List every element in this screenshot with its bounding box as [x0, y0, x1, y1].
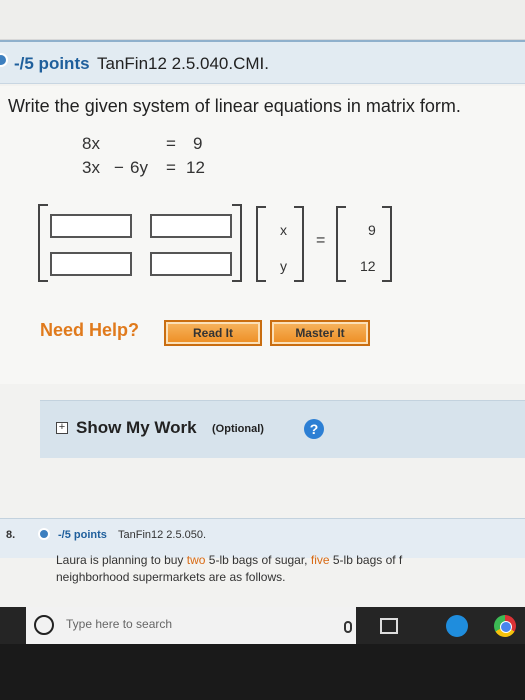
help-question-icon[interactable]: ?: [304, 419, 324, 439]
next-question-number: 8.: [6, 529, 16, 541]
eq1-equals: =: [166, 134, 176, 153]
coef-bracket-left: [38, 204, 48, 282]
show-my-work-panel[interactable]: + Show My Work (Optional) ?: [40, 400, 525, 458]
cortana-icon[interactable]: [34, 615, 54, 635]
const-9: 9: [368, 222, 376, 238]
question-header: -/5 points TanFin12 2.5.040.CMI.: [0, 40, 525, 84]
help-row: Need Help? Read It Master It: [0, 314, 525, 354]
var-y: y: [280, 258, 287, 274]
text-segment: Laura is planning to buy: [56, 553, 187, 567]
text-segment: 5-lb bags of sugar,: [205, 553, 311, 567]
task-view-icon[interactable]: [380, 618, 398, 634]
read-it-button[interactable]: Read It: [164, 320, 262, 346]
next-question-line-1: Laura is planning to buy two 5-lb bags o…: [56, 552, 402, 569]
text-segment: 5-lb bags of f: [329, 553, 403, 567]
const-bracket-right: [382, 206, 392, 282]
optional-label: (Optional): [212, 423, 264, 435]
coef-bracket-right: [232, 204, 242, 282]
edge-browser-icon[interactable]: [446, 615, 468, 637]
const-bracket-left: [336, 206, 346, 282]
expand-icon[interactable]: +: [56, 422, 68, 434]
eq2-operator: −: [114, 158, 124, 177]
taskbar-search[interactable]: Type here to search: [26, 607, 356, 644]
question-prompt: Write the given system of linear equatio…: [8, 96, 461, 116]
next-question-code: TanFin12 2.5.050.: [118, 529, 207, 541]
highlight-five: five: [310, 553, 330, 567]
next-question-status-icon: [38, 528, 50, 540]
taskbar: Type here to search: [0, 607, 525, 644]
master-it-button[interactable]: Master It: [270, 320, 370, 346]
question-points: -/5 points: [14, 54, 90, 73]
eq2-rhs: 12: [186, 158, 205, 177]
var-bracket-left: [256, 206, 266, 282]
eq1-x-term: 8x: [82, 134, 100, 153]
matrix-equals: =: [316, 232, 326, 249]
question-status-icon: [0, 53, 8, 67]
next-question-points: -/5 points: [58, 529, 107, 541]
chrome-browser-icon[interactable]: [494, 615, 516, 637]
coef-input-r2c2[interactable]: [150, 252, 232, 276]
var-bracket-right: [294, 206, 304, 282]
coef-input-r1c1[interactable]: [50, 214, 132, 238]
search-placeholder: Type here to search: [66, 617, 173, 631]
const-12: 12: [360, 258, 376, 274]
browser-page: -/5 points TanFin12 2.5.040.CMI. Write t…: [0, 0, 525, 610]
highlight-two: two: [186, 553, 206, 567]
eq2-equals: =: [166, 158, 176, 177]
coef-input-r1c2[interactable]: [150, 214, 232, 238]
microphone-icon[interactable]: [344, 621, 352, 633]
eq2-y-term: 6y: [130, 158, 148, 177]
var-x: x: [280, 222, 287, 238]
coef-input-r2c1[interactable]: [50, 252, 132, 276]
eq1-rhs: 9: [193, 134, 203, 153]
question-code: TanFin12 2.5.040.CMI.: [97, 54, 269, 73]
next-question-text: Laura is planning to buy two 5-lb bags o…: [56, 552, 402, 586]
show-my-work-label[interactable]: Show My Work: [76, 418, 197, 438]
previous-question-strip: [0, 0, 525, 40]
need-help-label: Need Help?: [40, 320, 140, 340]
eq2-x-term: 3x: [82, 158, 100, 177]
next-question-line-2: neighborhood supermarkets are as follows…: [56, 570, 286, 584]
